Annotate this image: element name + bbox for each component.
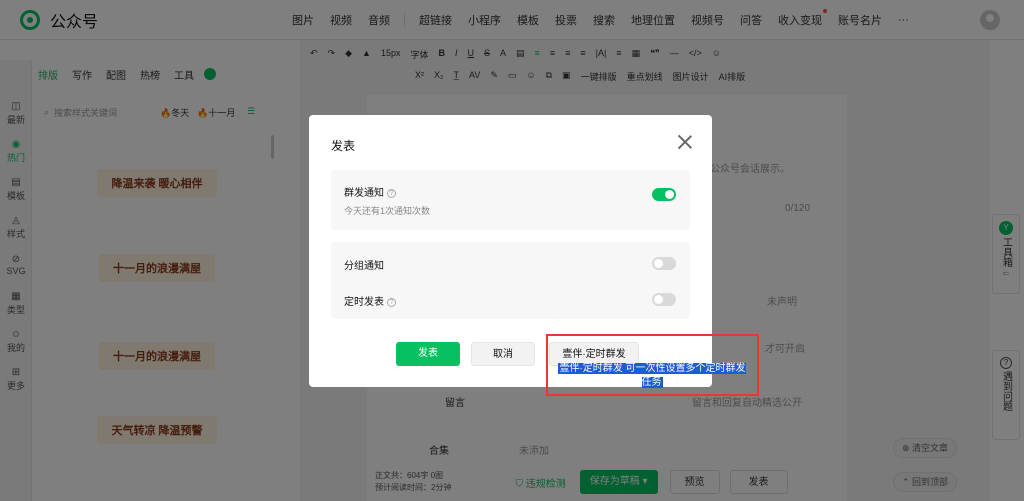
mass-notify-remaining: 今天还有1次通知次数	[344, 206, 431, 216]
scheduled-mass-send-tooltip: 壹伴·定时群发 可一次性设置多个定时群发任务	[557, 362, 747, 390]
confirm-publish-button[interactable]: 发表	[396, 342, 460, 366]
group-notify-toggle[interactable]	[652, 257, 676, 270]
mass-notify-label: 群发通知	[344, 188, 384, 199]
scheduled-toggle[interactable]	[652, 293, 676, 306]
help-icon[interactable]: ?	[387, 297, 396, 307]
dialog-title: 发表	[331, 139, 356, 153]
tooltip-text: 壹伴·定时群发 可一次性设置多个定时群发任务	[558, 363, 746, 388]
scheduled-label: 定时发表	[344, 297, 384, 308]
close-icon[interactable]	[678, 135, 692, 149]
mass-notify-toggle[interactable]	[652, 188, 676, 201]
help-icon[interactable]: ?	[387, 188, 396, 198]
mass-notify-section: 群发通知? 今天还有1次通知次数	[331, 170, 690, 230]
scheduled-row: 定时发表?	[344, 293, 396, 308]
group-notify-label: 分组通知	[344, 261, 384, 272]
cancel-button[interactable]: 取消	[471, 342, 535, 366]
notify-options-section: 分组通知 定时发表?	[331, 242, 690, 319]
mass-notify-row: 群发通知?	[344, 184, 396, 199]
